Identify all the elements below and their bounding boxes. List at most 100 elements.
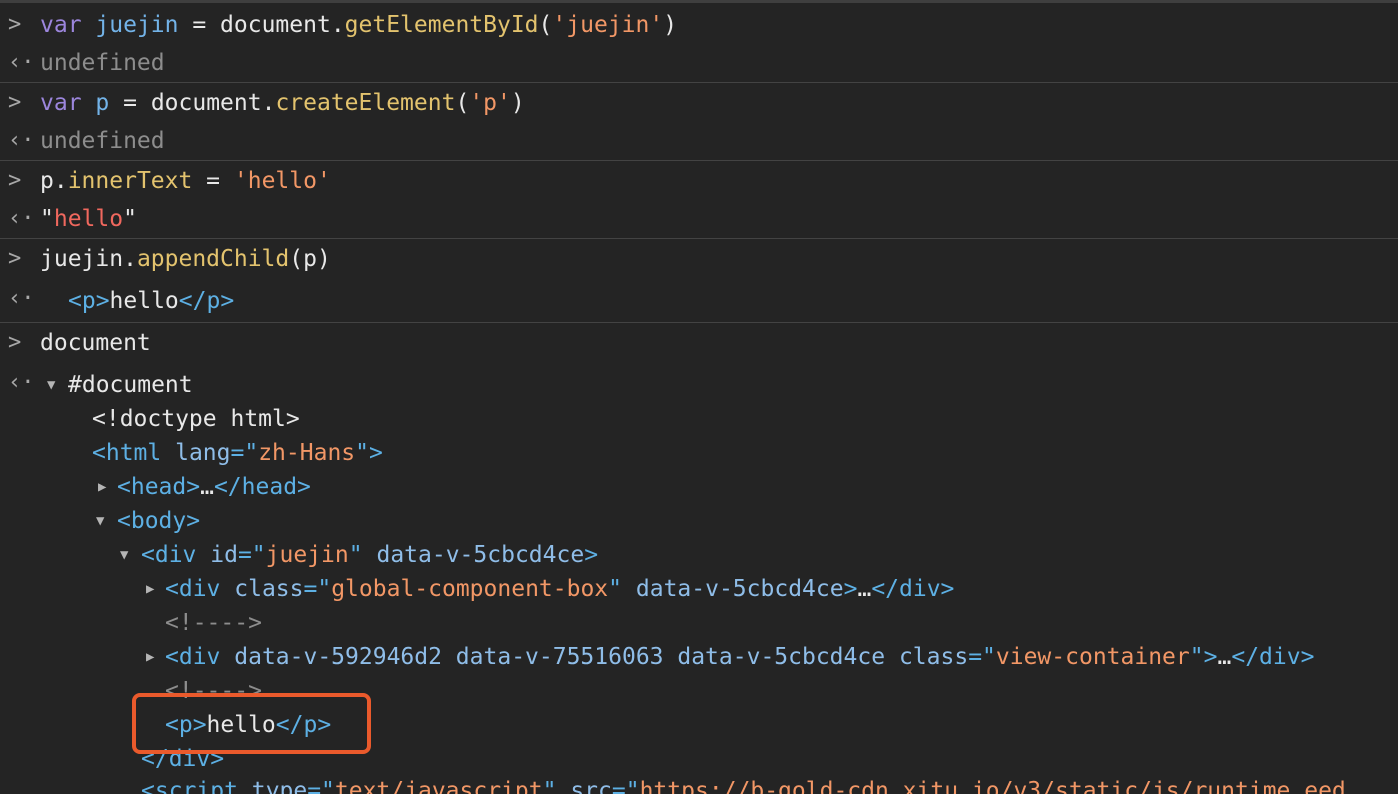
output-prompt-icon: ‹· [8, 50, 35, 75]
console-input-line[interactable]: juejin.appendChild(p) [40, 242, 331, 276]
tag-name: <body> [117, 508, 201, 534]
div-juejin-node[interactable]: <div id="juejin" data-v-5cbcd4ce> [141, 538, 598, 572]
attr-name: data-v-592946d2 data-v-75516063 data-v-5… [234, 644, 886, 670]
triangle-right-icon[interactable]: ▶ [98, 470, 106, 504]
tag-text: hello [109, 288, 179, 314]
attr-value: juejin [265, 542, 349, 568]
view-container-node[interactable]: <div data-v-592946d2 data-v-75516063 dat… [165, 640, 1314, 674]
operator: = [192, 168, 234, 194]
tag-close: </p> [178, 288, 235, 314]
highlight-annotation-box [132, 693, 371, 754]
console-output-line: undefined [40, 50, 165, 76]
operator: = [178, 12, 221, 38]
paren-open: ( [538, 12, 553, 38]
method-name: appendChild [136, 246, 290, 272]
triangle-down-icon[interactable]: ▼ [96, 504, 104, 538]
input-prompt-icon: > [8, 246, 22, 271]
input-prompt-icon: > [8, 330, 22, 355]
attr-name: src [570, 778, 612, 794]
tag-end: "> [355, 440, 383, 466]
tag-end: > [843, 576, 858, 602]
string-value: hello [53, 206, 124, 232]
input-prompt-icon: > [8, 12, 22, 37]
keyword: var [40, 12, 82, 38]
doctype-node[interactable]: <!doctype html> [92, 402, 300, 436]
console-input-line[interactable]: p.innerText = 'hello' [40, 164, 331, 198]
console-input-line[interactable]: var juejin = document.getElementById('ju… [40, 8, 677, 42]
attr-name: id [210, 542, 238, 568]
object-name: document. [150, 90, 276, 116]
ellipsis: … [1217, 644, 1232, 670]
attr-name: data-v-5cbcd4ce [376, 542, 585, 568]
attr-name: data-v-5cbcd4ce [635, 576, 844, 602]
head-node[interactable]: <head>…</head> [117, 470, 311, 504]
triangle-right-icon[interactable]: ▶ [146, 572, 154, 606]
attr-value: text/javascript [334, 778, 543, 794]
keyword: var [40, 90, 82, 116]
paren-close: ) [510, 90, 525, 116]
console-top-border [0, 0, 1398, 3]
tag-name: <script [141, 778, 238, 794]
attr-name: lang [175, 440, 231, 466]
node-label: #document [68, 372, 193, 398]
attr-quote: " [1189, 644, 1204, 670]
tag-name: <html [92, 440, 162, 466]
attr-value: global-component-box [331, 576, 609, 602]
global-component-box-node[interactable]: <div class="global-component-box" data-v… [165, 572, 954, 606]
attr-name: type [251, 778, 308, 794]
tag-name: <div [141, 542, 197, 568]
document-node[interactable]: #document [68, 368, 193, 402]
entry-separator [0, 238, 1398, 239]
entry-separator [0, 322, 1398, 323]
console-output-line: "hello" [40, 202, 137, 236]
attr-eq: =" [303, 576, 332, 602]
triangle-down-icon[interactable]: ▼ [47, 368, 55, 402]
method-name: createElement [275, 90, 456, 116]
object-name: p. [40, 168, 68, 194]
console-input-line[interactable]: document [40, 326, 151, 360]
output-prompt-icon: ‹· [8, 206, 35, 231]
paren-open: ( [455, 90, 470, 116]
string-literal: 'hello' [233, 168, 331, 194]
attr-value: zh-Hans [258, 440, 356, 466]
tag-close: </div> [871, 576, 955, 602]
attr-value: https://b-gold-cdn.xitu.io/v3/static/js/… [639, 778, 1346, 794]
attr-eq: =" [968, 644, 996, 670]
tag-end: > [1203, 644, 1218, 670]
property-name: innerText [67, 168, 193, 194]
method-name: getElementById [344, 12, 539, 38]
ellipsis: … [857, 576, 872, 602]
tag-name: <div [165, 576, 221, 602]
tag-name: <div [165, 644, 221, 670]
output-prompt-icon: ‹· [8, 128, 35, 153]
input-prompt-icon: > [8, 168, 22, 193]
input-prompt-icon: > [8, 90, 22, 115]
script-node[interactable]: <script type="text/javascript" src="http… [141, 774, 1346, 794]
console-output-element[interactable]: <p>hello</p> [68, 284, 234, 318]
console-input-line[interactable]: var p = document.createElement('p') [40, 86, 525, 120]
attr-quote: " [608, 576, 623, 602]
entry-separator [0, 160, 1398, 161]
devtools-console: > var juejin = document.getElementById('… [0, 0, 1398, 794]
operator: = [109, 90, 151, 116]
attr-eq: =" [611, 778, 640, 794]
comment-node[interactable]: <!----> [165, 606, 262, 640]
quote: " [123, 206, 137, 232]
output-prompt-icon: ‹· [8, 370, 35, 395]
object-name: juejin. [40, 246, 137, 272]
triangle-down-icon[interactable]: ▼ [120, 538, 128, 572]
tag-name: <head> [117, 474, 201, 500]
string-literal: 'juejin' [552, 12, 664, 38]
attr-quote: " [542, 778, 557, 794]
tag-close: </div> [1231, 644, 1315, 670]
quote: " [40, 206, 54, 232]
tag-open: <p> [68, 288, 110, 314]
attr-quote: " [348, 542, 363, 568]
html-node[interactable]: <html lang="zh-Hans"> [92, 436, 383, 470]
triangle-right-icon[interactable]: ▶ [146, 640, 154, 674]
attr-value: view-container [995, 644, 1190, 670]
body-node[interactable]: <body> [117, 504, 200, 538]
attr-eq: =" [230, 440, 259, 466]
paren-close: ) [663, 12, 678, 38]
tag-close: </head> [213, 474, 311, 500]
